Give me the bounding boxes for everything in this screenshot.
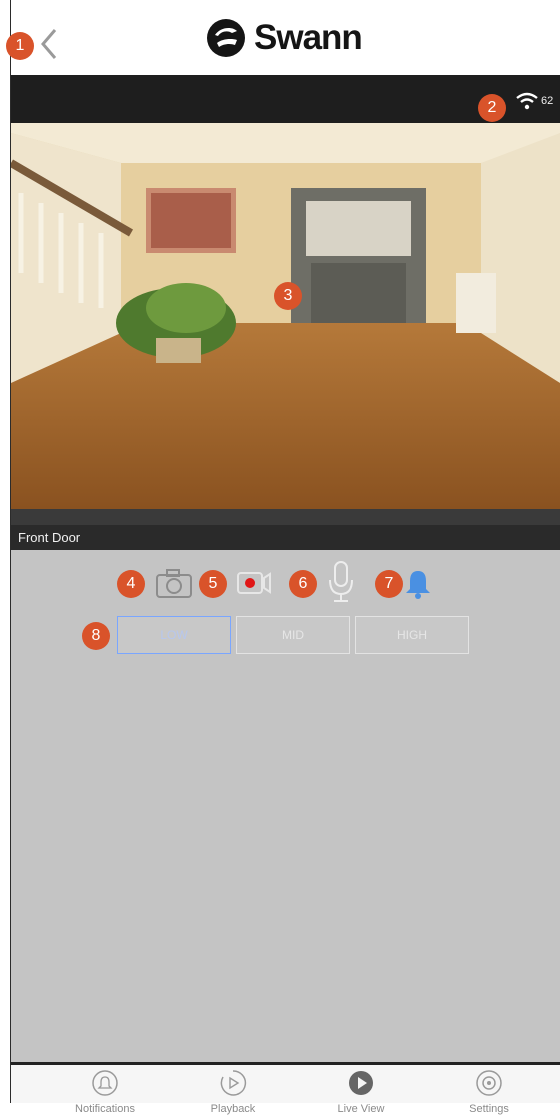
quality-mid-button[interactable]: MID [236,616,350,654]
callout-badge: 4 [117,570,145,598]
bell-alert-icon[interactable] [404,568,432,600]
signal-value: 62 [541,95,554,107]
notifications-icon [92,1070,118,1096]
live-view-icon [349,1071,373,1095]
callout-badge: 8 [82,622,110,650]
camera-strip [11,509,560,525]
back-chevron-icon[interactable] [38,26,60,62]
tab-live-view[interactable]: Live View [301,1065,421,1115]
callout-badge: 3 [274,282,302,310]
live-video-feed[interactable] [11,123,560,509]
bottom-tab-bar: Notifications Playback Live View Setting… [11,1065,560,1115]
callout-badge: 7 [375,570,403,598]
camera-name: Front Door [18,530,81,545]
callout-badge: 2 [478,94,506,122]
tab-label: Settings [469,1103,509,1115]
tab-label: Live View [337,1103,385,1115]
callout-badge: 6 [289,570,317,598]
tab-notifications[interactable]: Notifications [45,1065,165,1115]
callout-badge: 5 [199,570,227,598]
settings-icon [476,1070,502,1096]
callout-badge: 1 [6,32,34,60]
record-video-icon[interactable] [236,568,272,598]
microphone-icon[interactable] [326,560,356,604]
playback-icon [220,1070,247,1096]
camera-image [11,123,560,509]
brand-logo: Swann [206,18,363,58]
brand-name: Swann [254,18,363,57]
snapshot-camera-icon[interactable] [154,567,194,601]
tab-playback[interactable]: Playback [173,1065,293,1115]
tab-settings[interactable]: Settings [429,1065,549,1115]
video-status-bar [11,75,560,123]
quality-high-button[interactable]: HIGH [355,616,469,654]
wifi-icon [516,92,538,110]
camera-name-bar: Front Door [11,525,560,550]
quality-low-button[interactable]: LOW [117,616,231,654]
tab-label: Playback [210,1103,256,1115]
tab-label: Notifications [75,1103,135,1115]
swann-logo-icon [207,19,245,57]
